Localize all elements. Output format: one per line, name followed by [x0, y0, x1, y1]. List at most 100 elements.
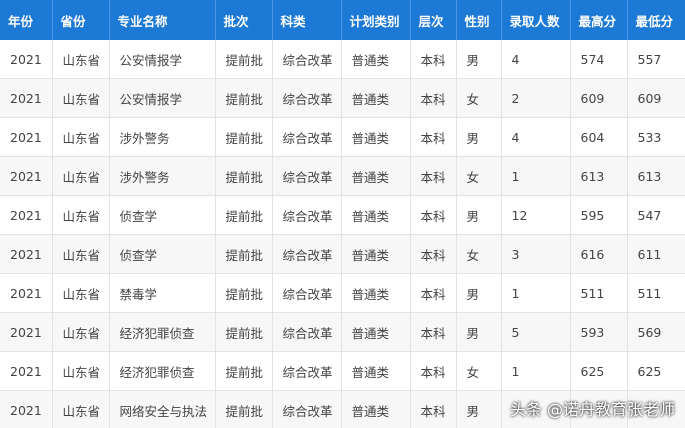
cell-year: 2021 [0, 195, 53, 235]
cell-admitted-count: 2 [501, 78, 571, 118]
cell-subject-type: 综合改革 [272, 234, 342, 274]
cell-batch: 提前批 [215, 351, 273, 391]
cell-min-score: 625 [627, 351, 685, 391]
cell-year: 2021 [0, 390, 53, 428]
cell-year: 2021 [0, 273, 53, 313]
cell-gender: 女 [456, 78, 502, 118]
cell-year: 2021 [0, 78, 53, 118]
column-header-admitted-count: 录取人数 [501, 0, 571, 40]
cell-subject-type: 综合改革 [272, 195, 342, 235]
cell-subject-type: 综合改革 [272, 117, 342, 157]
cell-level: 本科 [410, 117, 457, 157]
cell-province: 山东省 [52, 156, 110, 196]
cell-min-score: 557 [627, 40, 685, 79]
table-body: 2021 山东省 公安情报学 提前批 综合改革 普通类 本科 男 4 574 5… [0, 40, 685, 428]
cell-admitted-count: 4 [501, 40, 571, 79]
cell-min-score: 569 [627, 312, 685, 352]
cell-year: 2021 [0, 312, 53, 352]
cell-level: 本科 [410, 78, 457, 118]
column-header-plan-category: 计划类别 [341, 0, 411, 40]
cell-min-score: 609 [627, 78, 685, 118]
cell-plan-category: 普通类 [341, 312, 411, 352]
page: 年份 省份 专业名称 批次 科类 计划类别 层次 性别 录取人数 最高分 最低分… [0, 0, 685, 428]
cell-max-score: 511 [570, 273, 628, 313]
cell-gender: 女 [456, 234, 502, 274]
cell-year: 2021 [0, 234, 53, 274]
cell-batch: 提前批 [215, 195, 273, 235]
cell-province: 山东省 [52, 390, 110, 428]
cell-min-score: 533 [627, 117, 685, 157]
cell-major: 侦查学 [109, 234, 216, 274]
table-row: 2021 山东省 经济犯罪侦查 提前批 综合改革 普通类 本科 男 5 593 … [0, 312, 685, 352]
cell-level: 本科 [410, 234, 457, 274]
cell-gender: 男 [456, 390, 502, 428]
cell-plan-category: 普通类 [341, 234, 411, 274]
cell-max-score: 604 [570, 117, 628, 157]
cell-min-score: 613 [627, 156, 685, 196]
table-row: 2021 山东省 涉外警务 提前批 综合改革 普通类 本科 男 4 604 53… [0, 117, 685, 157]
cell-batch: 提前批 [215, 40, 273, 79]
column-header-max-score: 最高分 [570, 0, 628, 40]
cell-max-score: 613 [570, 156, 628, 196]
cell-max-score: 616 [570, 234, 628, 274]
cell-min-score: 511 [627, 273, 685, 313]
cell-province: 山东省 [52, 40, 110, 79]
cell-gender: 男 [456, 312, 502, 352]
cell-subject-type: 综合改革 [272, 156, 342, 196]
column-header-batch: 批次 [215, 0, 273, 40]
cell-major: 侦查学 [109, 195, 216, 235]
column-header-year: 年份 [0, 0, 53, 40]
column-header-min-score: 最低分 [627, 0, 685, 40]
cell-major: 公安情报学 [109, 40, 216, 79]
column-header-province: 省份 [52, 0, 110, 40]
cell-subject-type: 综合改革 [272, 273, 342, 313]
cell-gender: 男 [456, 195, 502, 235]
cell-admitted-count: 4 [501, 117, 571, 157]
cell-province: 山东省 [52, 195, 110, 235]
table-row: 2021 山东省 侦查学 提前批 综合改革 普通类 本科 男 12 595 54… [0, 195, 685, 235]
cell-plan-category: 普通类 [341, 156, 411, 196]
cell-province: 山东省 [52, 78, 110, 118]
cell-level: 本科 [410, 40, 457, 79]
cell-province: 山东省 [52, 312, 110, 352]
cell-subject-type: 综合改革 [272, 390, 342, 428]
cell-level: 本科 [410, 195, 457, 235]
cell-admitted-count: 12 [501, 195, 571, 235]
admission-scores-table: 年份 省份 专业名称 批次 科类 计划类别 层次 性别 录取人数 最高分 最低分… [0, 0, 685, 428]
column-header-gender: 性别 [456, 0, 502, 40]
cell-gender: 女 [456, 351, 502, 391]
cell-gender: 男 [456, 117, 502, 157]
cell-batch: 提前批 [215, 156, 273, 196]
cell-plan-category: 普通类 [341, 195, 411, 235]
cell-level: 本科 [410, 312, 457, 352]
cell-admitted-count: 1 [501, 273, 571, 313]
cell-province: 山东省 [52, 234, 110, 274]
cell-major: 网络安全与执法 [109, 390, 216, 428]
cell-major: 公安情报学 [109, 78, 216, 118]
cell-major: 涉外警务 [109, 156, 216, 196]
table-row: 2021 山东省 涉外警务 提前批 综合改革 普通类 本科 女 1 613 61… [0, 156, 685, 196]
cell-max-score: 595 [570, 195, 628, 235]
table-row: 2021 山东省 侦查学 提前批 综合改革 普通类 本科 女 3 616 611 [0, 234, 685, 274]
cell-gender: 男 [456, 40, 502, 79]
cell-plan-category: 普通类 [341, 351, 411, 391]
table-header: 年份 省份 专业名称 批次 科类 计划类别 层次 性别 录取人数 最高分 最低分 [0, 0, 685, 40]
cell-admitted-count: 3 [501, 234, 571, 274]
cell-batch: 提前批 [215, 234, 273, 274]
header-row: 年份 省份 专业名称 批次 科类 计划类别 层次 性别 录取人数 最高分 最低分 [0, 0, 685, 40]
cell-min-score: 547 [627, 195, 685, 235]
cell-province: 山东省 [52, 117, 110, 157]
cell-batch: 提前批 [215, 117, 273, 157]
cell-plan-category: 普通类 [341, 273, 411, 313]
cell-province: 山东省 [52, 273, 110, 313]
cell-level: 本科 [410, 390, 457, 428]
cell-level: 本科 [410, 273, 457, 313]
cell-admitted-count: 5 [501, 312, 571, 352]
cell-year: 2021 [0, 117, 53, 157]
cell-major: 禁毒学 [109, 273, 216, 313]
cell-max-score: 593 [570, 312, 628, 352]
cell-min-score: 611 [627, 234, 685, 274]
watermark-text: 头条 @诺舟教育张老师 [509, 400, 675, 419]
cell-major: 经济犯罪侦查 [109, 312, 216, 352]
cell-batch: 提前批 [215, 312, 273, 352]
